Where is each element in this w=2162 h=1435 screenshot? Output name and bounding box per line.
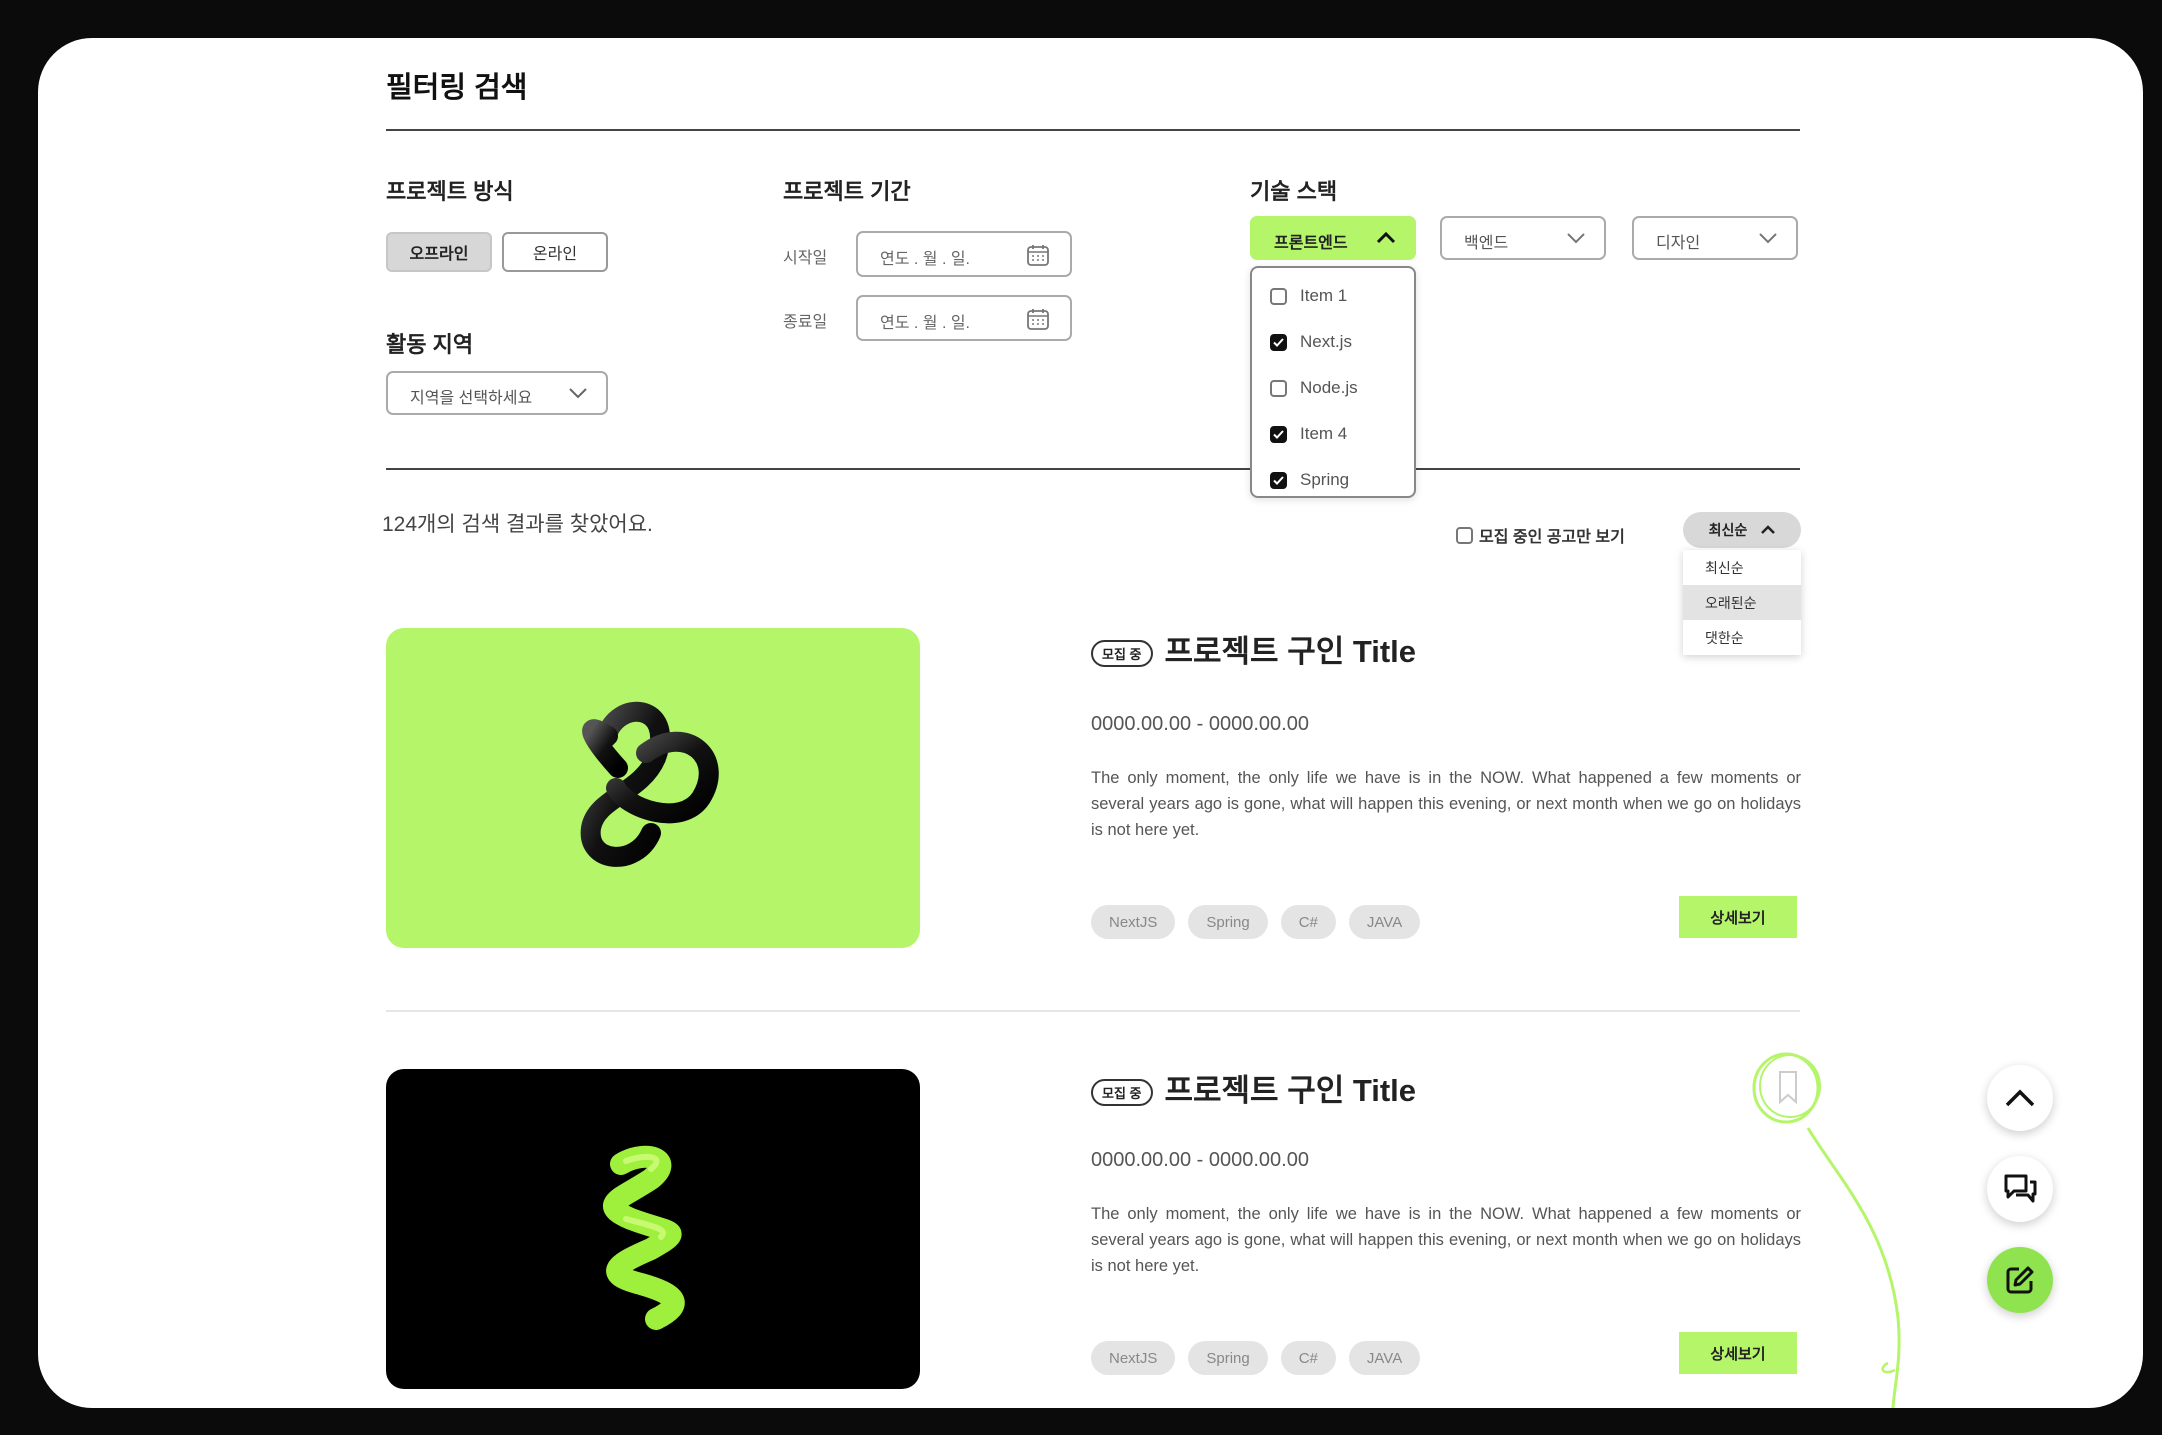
chevron-down-icon	[569, 388, 587, 399]
start-date-placeholder: 연도 . 월 . 일.	[880, 251, 970, 268]
divider	[386, 468, 1800, 470]
check-icon	[1273, 429, 1284, 439]
card-date-range: 0000.00.00 - 0000.00.00	[1091, 713, 1309, 735]
tag-list: NextJS Spring C# JAVA	[1091, 1341, 1421, 1375]
tag: Spring	[1188, 1341, 1268, 1375]
checkbox[interactable]	[1270, 287, 1287, 305]
tag: NextJS	[1091, 1341, 1176, 1375]
tag: JAVA	[1348, 1341, 1421, 1375]
sort-menu: 최신순 오래된순 댓한순	[1683, 550, 1801, 655]
sort-select[interactable]: 최신순	[1683, 512, 1801, 548]
annotation-arrow	[1806, 1127, 1901, 1408]
checkbox-checked[interactable]	[1270, 425, 1287, 443]
view-details-button[interactable]: 상세보기	[1679, 1332, 1797, 1374]
region-select-value: 지역을 선택하세요	[410, 390, 533, 407]
view-details-button[interactable]: 상세보기	[1679, 896, 1797, 938]
divider	[386, 129, 1800, 131]
project-thumbnail[interactable]	[386, 1069, 920, 1389]
card-title-row[interactable]: 모집 중 프로젝트 구인 Title	[1091, 1065, 1416, 1110]
sort-selected: 최신순	[1708, 522, 1748, 538]
page-title: 필터링 검색	[386, 72, 528, 104]
divider	[386, 1010, 1800, 1012]
card-title: 프로젝트 구인 Title	[1164, 634, 1417, 669]
recruiting-only-label: 모집 중인 공고만 보기	[1479, 529, 1625, 546]
period-label: 프로젝트 기간	[783, 179, 911, 204]
frontend-dropdown: Item 1 Next.js Node.js Item 4 Spring	[1250, 266, 1416, 498]
trefoil-knot-illustration	[580, 701, 719, 867]
chevron-up-icon	[2005, 1089, 2035, 1107]
check-icon	[1273, 337, 1284, 347]
recruiting-badge: 모집 중	[1091, 1079, 1153, 1107]
chevron-up-icon	[1376, 231, 1396, 244]
sort-option[interactable]: 댓한순	[1683, 620, 1801, 655]
region-select[interactable]: 지역을 선택하세요	[386, 371, 608, 415]
tech-stack-label: 기술 스택	[1250, 179, 1338, 204]
card-title-row[interactable]: 모집 중 프로젝트 구인 Title	[1091, 626, 1416, 671]
app-frame: 필터링 검색 프로젝트 방식 오프라인 온라인 활동 지역 지역을 선택하세요 …	[38, 38, 2143, 1408]
results-count: 124개의 검색 결과를 찾았어요.	[382, 513, 653, 536]
frontend-select-label: 프론트엔드	[1274, 235, 1348, 252]
dropdown-option[interactable]: Spring	[1270, 468, 1349, 492]
checkbox-checked[interactable]	[1270, 333, 1287, 351]
chevron-down-icon	[1567, 233, 1585, 244]
card-description: The only moment, the only life we have i…	[1091, 1205, 1801, 1275]
option-label: Next.js	[1300, 332, 1352, 351]
design-select[interactable]: 디자인	[1632, 216, 1798, 260]
tag-list: NextJS Spring C# JAVA	[1091, 905, 1421, 939]
offline-button[interactable]: 오프라인	[386, 232, 492, 272]
project-mode-label: 프로젝트 방식	[386, 179, 514, 204]
tag: C#	[1280, 905, 1336, 939]
sort-option[interactable]: 최신순	[1683, 550, 1801, 585]
backend-select[interactable]: 백엔드	[1440, 216, 1606, 260]
chevron-up-icon	[1761, 525, 1776, 534]
option-label: Node.js	[1300, 378, 1358, 397]
dropdown-option[interactable]: Node.js	[1270, 376, 1358, 400]
tag: C#	[1280, 1341, 1336, 1375]
spring-coil-illustration	[603, 1145, 685, 1330]
dropdown-option[interactable]: Next.js	[1270, 330, 1352, 354]
edit-icon	[2006, 1266, 2034, 1294]
recruiting-badge: 모집 중	[1091, 640, 1153, 668]
card-description: The only moment, the only life we have i…	[1091, 769, 1801, 839]
frontend-select[interactable]: 프론트엔드	[1250, 216, 1416, 260]
option-label: Item 1	[1300, 286, 1348, 305]
project-thumbnail[interactable]	[386, 628, 920, 948]
card-title: 프로젝트 구인 Title	[1164, 1073, 1417, 1108]
sort-option[interactable]: 오래된순	[1683, 585, 1801, 620]
chat-button[interactable]	[1987, 1156, 2053, 1222]
write-post-button[interactable]	[1987, 1247, 2053, 1313]
end-date-input[interactable]: 연도 . 월 . 일.	[856, 295, 1072, 341]
check-icon	[1273, 475, 1284, 485]
end-date-placeholder: 연도 . 월 . 일.	[880, 315, 970, 332]
chat-icon	[2004, 1174, 2037, 1203]
option-label: Spring	[1300, 470, 1350, 489]
tag: NextJS	[1091, 905, 1176, 939]
calendar-icon[interactable]	[1026, 243, 1050, 267]
tag: Spring	[1188, 905, 1268, 939]
dropdown-option[interactable]: Item 4	[1270, 422, 1347, 446]
region-label: 활동 지역	[386, 332, 474, 357]
checkbox-checked[interactable]	[1270, 471, 1287, 489]
dropdown-option[interactable]: Item 1	[1270, 284, 1347, 308]
online-button[interactable]: 온라인	[502, 232, 608, 272]
design-select-label: 디자인	[1656, 235, 1701, 252]
scroll-top-button[interactable]	[1987, 1065, 2053, 1131]
tag: JAVA	[1348, 905, 1421, 939]
option-label: Item 4	[1300, 424, 1348, 443]
calendar-icon[interactable]	[1026, 307, 1050, 331]
recruiting-only-toggle[interactable]: 모집 중인 공고만 보기	[1456, 523, 1625, 547]
chevron-down-icon	[1759, 233, 1777, 244]
card-date-range: 0000.00.00 - 0000.00.00	[1091, 1149, 1309, 1171]
checkbox[interactable]	[1270, 379, 1287, 397]
start-date-input[interactable]: 연도 . 월 . 일.	[856, 231, 1072, 277]
backend-select-label: 백엔드	[1464, 235, 1509, 252]
checkbox[interactable]	[1456, 526, 1473, 544]
end-date-label: 종료일	[783, 314, 828, 331]
start-date-label: 시작일	[783, 250, 828, 267]
